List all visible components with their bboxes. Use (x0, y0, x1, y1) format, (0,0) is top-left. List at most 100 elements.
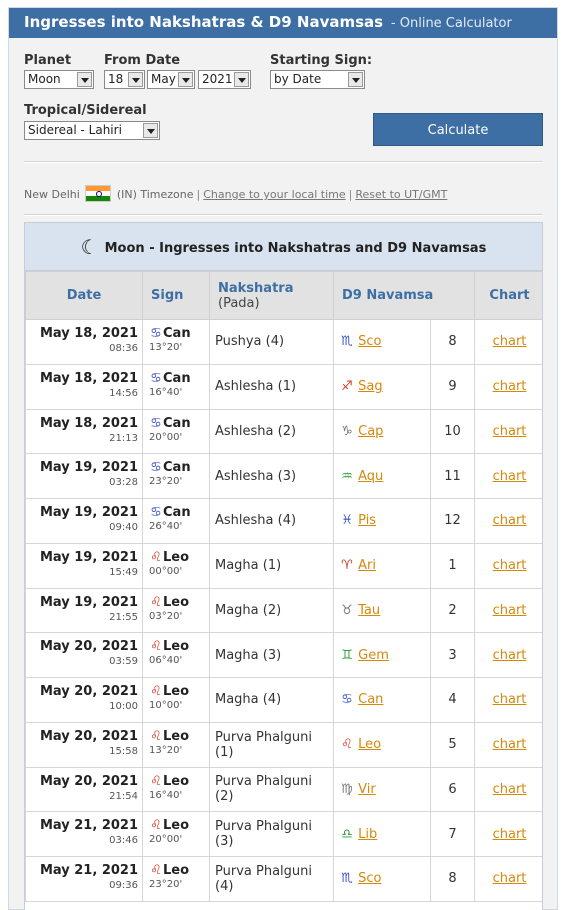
navamsa-cell: ♊ Gem (333, 632, 431, 678)
date-cell: May 19, 2021 03:28 (25, 453, 143, 499)
navamsa-sign-icon: ♊ (341, 647, 353, 663)
navamsa-link[interactable]: Vir (358, 782, 376, 797)
sign-cell: ♋Can 16°40' (142, 363, 210, 410)
sign-degree: 00°00' (149, 565, 183, 577)
navamsa-sign-icon: ♒ (341, 468, 353, 484)
chart-link[interactable]: chart (493, 558, 527, 573)
starting-sign-select[interactable]: by Date (270, 70, 365, 89)
planet-select[interactable]: Moon (24, 70, 94, 89)
calculate-button[interactable]: Calculate (373, 113, 543, 146)
ingress-date: May 20, 2021 (39, 773, 138, 789)
sign-degree: 13°20' (149, 744, 183, 756)
chart-link[interactable]: chart (493, 379, 527, 394)
chart-link[interactable]: chart (493, 692, 527, 707)
chevron-down-icon (77, 72, 92, 87)
navamsa-sign-icon: ♓ (341, 513, 353, 529)
ingress-date: May 18, 2021 (39, 370, 138, 386)
table-row: May 20, 2021 03:59 ♌Leo 06°40' Magha (3) ♊ Ge… (25, 632, 542, 678)
month-select-value: May (151, 72, 176, 86)
nakshatra-cell: Pushya (4) (209, 319, 334, 365)
chart-link[interactable]: chart (493, 469, 527, 484)
navamsa-link[interactable]: Cap (358, 424, 383, 439)
navamsa-cell: ♓ Pis (333, 498, 431, 544)
zodiac-sign-icon: ♌ (150, 773, 162, 789)
navamsa-link[interactable]: Pis (358, 513, 376, 528)
month-select[interactable]: May (147, 70, 195, 89)
page-subtitle: - Online Calculator (390, 16, 512, 31)
sign-name: Can (163, 505, 191, 520)
navamsa-link[interactable]: Sco (358, 334, 381, 349)
chevron-down-icon (234, 72, 249, 87)
date-cell: May 20, 2021 10:00 (25, 677, 143, 723)
change-timezone-link[interactable]: Change to your local time (203, 188, 345, 201)
sign-name: Leo (163, 773, 190, 789)
ingress-date: May 18, 2021 (39, 415, 138, 431)
sign-degree: 06°40' (149, 655, 183, 667)
separator: | (348, 188, 353, 201)
zodiac-sign-icon: ♌ (150, 639, 162, 655)
chart-link[interactable]: chart (493, 513, 527, 528)
date-cell: May 20, 2021 15:58 (25, 721, 143, 768)
navamsa-link[interactable]: Leo (358, 737, 381, 752)
navamsa-cell: ♋ Can (333, 677, 431, 723)
chart-cell: chart (474, 811, 542, 857)
navamsa-number: 1 (429, 542, 476, 589)
zodiac-sign-icon: ♋ (150, 326, 162, 341)
sign-name: Can (163, 326, 191, 341)
nakshatra-cell: Purva Phalguni (2) (209, 766, 334, 813)
navamsa-sign-icon: ♋ (341, 692, 353, 708)
results-panel: ☾ Moon - Ingresses into Nakshatras and D9… (24, 222, 543, 910)
col-header-pada: (Pada) (218, 295, 260, 311)
sign-cell: ♌Leo 23°20' (142, 856, 210, 902)
chevron-down-icon (143, 123, 158, 138)
sign-name: Can (163, 415, 191, 431)
ingress-date: May 19, 2021 (39, 549, 138, 565)
navamsa-link[interactable]: Ari (358, 558, 376, 573)
ingress-date: May 19, 2021 (39, 594, 138, 610)
chart-link[interactable]: chart (493, 871, 527, 886)
chart-cell: chart (474, 587, 542, 634)
page-title: Ingresses into Nakshatras & D9 Navamsas (24, 13, 384, 31)
zodiac-select[interactable]: Sidereal - Lahiri (24, 121, 160, 140)
chart-link[interactable]: chart (493, 334, 527, 349)
starting-sign-label: Starting Sign: (270, 53, 373, 68)
navamsa-link[interactable]: Lib (358, 827, 377, 842)
navamsa-link[interactable]: Aqu (358, 469, 383, 484)
nakshatra-cell: Magha (2) (209, 587, 334, 634)
sign-degree: 23°20' (149, 476, 183, 488)
from-date-label: From Date (104, 53, 181, 68)
ingress-date: May 19, 2021 (39, 460, 138, 476)
ingress-time: 15:49 (109, 566, 138, 578)
sign-cell: ♋Can 20°00' (142, 408, 210, 455)
year-select[interactable]: 2021 (198, 70, 251, 89)
chart-cell: chart (474, 856, 542, 902)
chart-cell: chart (474, 319, 542, 365)
chart-link[interactable]: chart (493, 782, 527, 797)
chart-link[interactable]: chart (493, 424, 527, 439)
navamsa-link[interactable]: Sag (358, 379, 382, 394)
chart-cell: chart (474, 498, 542, 544)
ingress-time: 21:55 (109, 611, 138, 623)
navamsa-link[interactable]: Can (358, 692, 383, 707)
table-row: May 19, 2021 09:40 ♋Can 26°40' Ashlesha (4) ♓… (25, 498, 542, 544)
reset-timezone-link[interactable]: Reset to UT/GMT (355, 188, 447, 201)
navamsa-sign-icon: ♉ (341, 602, 353, 618)
col-header-nakshatra: Nakshatra (Pada) (209, 271, 334, 320)
moon-icon: ☾ (80, 235, 99, 259)
date-cell: May 18, 2021 08:36 (25, 319, 143, 365)
results-heading: ☾ Moon - Ingresses into Nakshatras and D9… (25, 223, 542, 271)
chart-link[interactable]: chart (493, 648, 527, 663)
ingress-time: 09:36 (109, 880, 138, 891)
navamsa-link[interactable]: Tau (358, 603, 380, 618)
sign-name: Leo (163, 818, 190, 834)
navamsa-link[interactable]: Sco (358, 871, 381, 886)
day-select[interactable]: 18 (104, 70, 145, 89)
chart-link[interactable]: chart (493, 827, 527, 842)
chart-link[interactable]: chart (493, 737, 527, 752)
chart-link[interactable]: chart (493, 603, 527, 618)
navamsa-number: 9 (429, 363, 476, 410)
ingress-date: May 20, 2021 (39, 639, 138, 655)
zodiac-label: Tropical/Sidereal (24, 103, 147, 118)
navamsa-link[interactable]: Gem (358, 648, 389, 663)
sign-name: Can (163, 370, 191, 386)
